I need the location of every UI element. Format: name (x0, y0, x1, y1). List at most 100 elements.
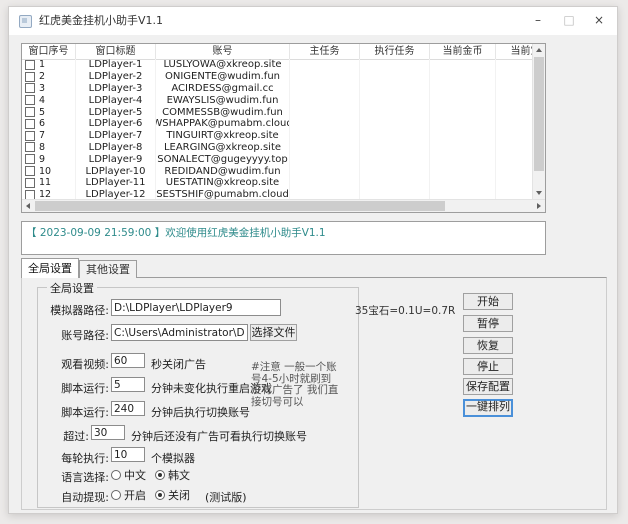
row-main-task (290, 130, 360, 142)
radio-withdraw-on[interactable]: 开启 (111, 487, 146, 503)
notice-line: 接切号可以 (251, 397, 339, 409)
emulator-path-input[interactable] (111, 299, 281, 316)
row-checkbox[interactable] (25, 166, 35, 176)
row-checkbox[interactable] (25, 83, 35, 93)
column-header-index[interactable]: 窗口序号 (22, 44, 76, 59)
table-row[interactable]: 12 LDPlayer-12 SESTSHIF@pumabm.cloud (22, 189, 532, 199)
row-checkbox[interactable] (25, 142, 35, 152)
row-account: SONALECT@gugeyyyy.top (156, 153, 290, 165)
row-index-cell: 1 (22, 59, 76, 71)
column-header-coins[interactable]: 当前金币 (430, 44, 496, 59)
row-checkbox[interactable] (25, 72, 35, 82)
scroll-up-icon[interactable] (533, 44, 545, 56)
column-header-main-task[interactable]: 主任务 (290, 44, 360, 59)
column-header-window-title[interactable]: 窗口标题 (76, 44, 156, 59)
row-checkbox[interactable] (25, 190, 35, 199)
watch-video-input[interactable] (111, 353, 145, 368)
row-account: LEARGING@xkreop.site (156, 142, 290, 154)
account-path-input[interactable] (111, 324, 248, 341)
row-checkbox[interactable] (25, 154, 35, 164)
start-button[interactable]: 开始 (463, 293, 513, 310)
table-row[interactable]: 9 LDPlayer-9 SONALECT@gugeyyyy.top (22, 153, 532, 165)
row-checkbox[interactable] (25, 131, 35, 141)
script-switch-input[interactable] (111, 401, 145, 416)
choose-file-button[interactable]: 选择文件 (250, 324, 297, 341)
row-account: TINGUIRT@xkreop.site (156, 130, 290, 142)
row-account: REDIDAND@wudim.fun (156, 165, 290, 177)
row-index-cell: 10 (22, 165, 76, 177)
row-number: 9 (39, 154, 45, 165)
row-coins (430, 118, 496, 130)
radio-withdraw-off[interactable]: 关闭 (155, 487, 190, 503)
stop-button[interactable]: 停止 (463, 358, 513, 375)
table-row[interactable]: 3 LDPlayer-3 ACIRDESS@gmail.cc (22, 83, 532, 95)
row-account: SESTSHIF@pumabm.cloud (156, 189, 290, 199)
save-config-button[interactable]: 保存配置 (463, 378, 513, 395)
row-account: LUSLYOWA@xkreop.site (156, 59, 290, 71)
table-row[interactable]: 6 LDPlayer-6 WSHAPPAK@pumabm.cloud (22, 118, 532, 130)
table-row[interactable]: 2 LDPlayer-2 ONIGENTE@wudim.fun (22, 71, 532, 83)
table-row[interactable]: 4 LDPlayer-4 EWAYSLIS@wudim.fun (22, 94, 532, 106)
column-header-exec-task[interactable]: 执行任务 (360, 44, 430, 59)
row-checkbox[interactable] (25, 107, 35, 117)
row-number: 2 (39, 71, 45, 82)
vertical-scrollbar[interactable] (532, 44, 545, 199)
scroll-left-icon[interactable] (22, 200, 34, 212)
row-account: COMMESSB@wudim.fun (156, 106, 290, 118)
script-switch-label: 脚本运行: (39, 404, 109, 420)
row-coins (430, 94, 496, 106)
row-coins (430, 165, 496, 177)
vertical-scroll-thumb[interactable] (534, 57, 544, 171)
maximize-button[interactable]: □ (554, 7, 584, 35)
titlebar[interactable]: 红虎美金挂机小助手V1.1 – □ × (9, 7, 617, 35)
row-checkbox[interactable] (25, 95, 35, 105)
per-round-input[interactable] (111, 447, 145, 462)
row-exec-task (360, 83, 430, 95)
row-exec-task (360, 71, 430, 83)
table-row[interactable]: 11 LDPlayer-11 UESTATIN@xkreop.site (22, 177, 532, 189)
row-exec-task (360, 106, 430, 118)
pause-button[interactable]: 暂停 (463, 315, 513, 332)
table-row[interactable]: 1 LDPlayer-1 LUSLYOWA@xkreop.site (22, 59, 532, 71)
row-number: 8 (39, 142, 45, 153)
tab-other-settings[interactable]: 其他设置 (79, 260, 137, 278)
row-main-task (290, 142, 360, 154)
row-exec-task (360, 118, 430, 130)
row-window-title: LDPlayer-8 (76, 142, 156, 154)
table-row[interactable]: 10 LDPlayer-10 REDIDAND@wudim.fun (22, 165, 532, 177)
column-header-gems[interactable]: 当前宝石 (496, 44, 532, 59)
horizontal-scrollbar[interactable] (22, 199, 545, 212)
triangle-up (536, 48, 542, 52)
scroll-right-icon[interactable] (533, 200, 545, 212)
row-checkbox[interactable] (25, 60, 35, 70)
row-number: 11 (39, 177, 51, 188)
table-row[interactable]: 5 LDPlayer-5 COMMESSB@wudim.fun (22, 106, 532, 118)
row-number: 3 (39, 83, 45, 94)
table-header: 窗口序号 窗口标题 账号 主任务 执行任务 当前金币 当前宝石 (22, 44, 532, 60)
row-window-title: LDPlayer-10 (76, 165, 156, 177)
minimize-button[interactable]: – (523, 7, 553, 35)
group-title: 全局设置 (47, 280, 97, 296)
row-checkbox[interactable] (25, 178, 35, 188)
row-coins (430, 130, 496, 142)
row-exec-task (360, 189, 430, 199)
row-window-title: LDPlayer-3 (76, 83, 156, 95)
row-window-title: LDPlayer-9 (76, 153, 156, 165)
table-row[interactable]: 7 LDPlayer-7 TINGUIRT@xkreop.site (22, 130, 532, 142)
row-index-cell: 6 (22, 118, 76, 130)
emulator-path-label: 模拟器路径: (39, 302, 109, 318)
radio-language-chinese[interactable]: 中文 (111, 467, 146, 483)
row-window-title: LDPlayer-6 (76, 118, 156, 130)
table-row[interactable]: 8 LDPlayer-8 LEARGING@xkreop.site (22, 142, 532, 154)
arrange-windows-button[interactable]: 一键排列 (463, 399, 513, 417)
timeout-input[interactable] (91, 425, 125, 440)
scroll-down-icon[interactable] (533, 187, 545, 199)
resume-button[interactable]: 恢复 (463, 337, 513, 354)
tab-global-settings[interactable]: 全局设置 (21, 258, 79, 278)
column-header-account[interactable]: 账号 (156, 44, 290, 59)
script-restart-input[interactable] (111, 377, 145, 392)
row-checkbox[interactable] (25, 119, 35, 129)
radio-language-korean[interactable]: 韩文 (155, 467, 190, 483)
horizontal-scroll-thumb[interactable] (35, 201, 445, 211)
close-icon[interactable]: × (584, 7, 614, 35)
